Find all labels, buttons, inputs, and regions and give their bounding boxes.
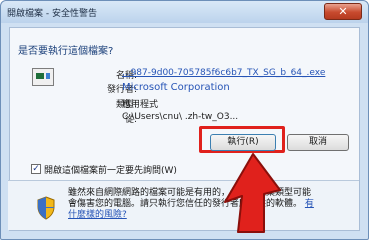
from-value: C:\Users\cnu\ .zh-tw_O3... — [122, 112, 239, 122]
name-value-link[interactable]: ...987-9d00-705785f6c6b7_TX_SG_b_64_.exe — [122, 68, 325, 78]
title-bar: 開啟檔案 - 安全性警告 ✕ — [1, 1, 368, 23]
publisher-value-link[interactable]: Microsoft Corporation — [122, 82, 230, 93]
red-arrow-icon — [224, 153, 281, 233]
field-from: 從: C:\Users\cnu\ .zh-tw_O3... — [0, 112, 369, 125]
cancel-button[interactable]: 取消 — [287, 134, 349, 151]
close-button[interactable]: ✕ — [324, 3, 362, 20]
always-ask-checkbox[interactable]: ✓ — [31, 164, 41, 174]
window-title: 開啟檔案 - 安全性警告 — [7, 9, 97, 19]
run-question: 是否要執行這個檔案? — [18, 46, 114, 57]
type-value: 應用程式 — [122, 100, 159, 110]
shield-icon — [37, 196, 55, 220]
close-icon: ✕ — [338, 5, 348, 18]
run-button[interactable]: 執行(R) — [210, 134, 276, 151]
always-ask-label: 開啟這個檔案前一定要先詢問(W) — [44, 166, 177, 176]
field-type: 類型: 應用程式 — [0, 97, 369, 110]
field-name: 名稱: ...987-9d00-705785f6c6b7_TX_SG_b_64_… — [0, 68, 369, 81]
field-publisher: 發行者: Microsoft Corporation — [0, 82, 369, 95]
